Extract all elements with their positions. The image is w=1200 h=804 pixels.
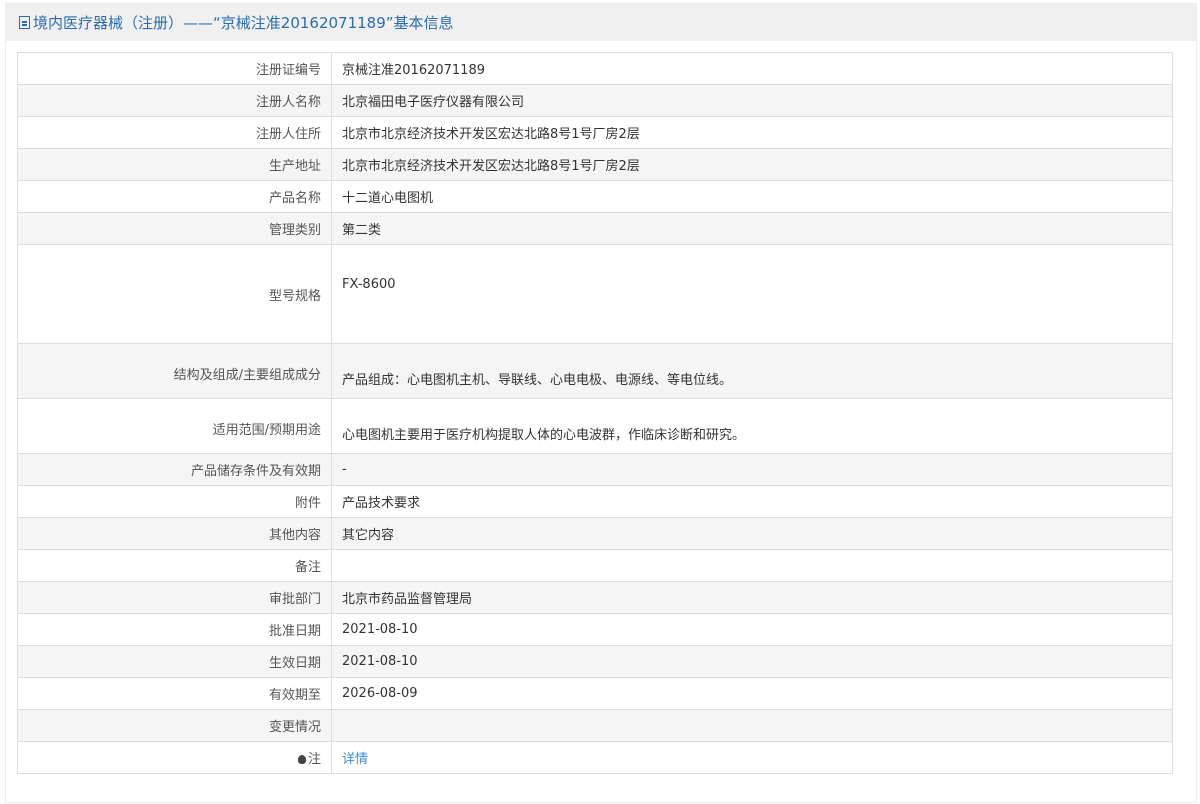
row-label: 适用范围/预期用途 (17, 398, 332, 454)
document-icon (19, 16, 30, 29)
label-text: 生效日期 (268, 656, 321, 671)
row-label: 其他内容 (17, 517, 332, 550)
row-label: 产品储存条件及有效期 (17, 453, 332, 486)
label-text: 注册人名称 (255, 95, 321, 110)
label-text: 变更情况 (268, 720, 321, 735)
label-text: 备注 (294, 560, 321, 575)
value-text: 2021-08-10 (342, 622, 418, 637)
value-text: - (342, 462, 347, 477)
label-text: 结构及组成/主要组成成分 (173, 368, 321, 383)
table-row: 适用范围/预期用途 心电图机主要用于医疗机构提取人体的心电波群，作临床诊断和研究。 (17, 398, 1173, 454)
row-label: 产品名称 (17, 180, 332, 213)
row-value: 2026-08-09 (331, 677, 1173, 710)
panel-header: 境内医疗器械（注册）——“京械注准20162071189”基本信息 (6, 4, 1196, 41)
value-text: 北京市北京经济技术开发区宏达北路8号1号厂房2层 (342, 127, 640, 142)
row-label: 注册证编号 (17, 52, 332, 85)
table-row: 产品储存条件及有效期 - (17, 453, 1173, 486)
table-row: 结构及组成/主要组成成分 产品组成：心电图机主机、导联线、心电电极、电源线、等电位… (17, 343, 1173, 399)
value-text: 北京福田电子医疗仪器有限公司 (342, 95, 525, 110)
row-value: 产品组成：心电图机主机、导联线、心电电极、电源线、等电位线。 (331, 343, 1173, 399)
row-value: 其它内容 (331, 517, 1173, 550)
row-label: 生产地址 (17, 148, 332, 181)
row-label: 结构及组成/主要组成成分 (17, 343, 332, 399)
row-label: 批准日期 (17, 613, 332, 646)
table-row: 注 详情 (17, 741, 1173, 774)
row-label: 附件 (17, 485, 332, 518)
table-row: 审批部门 北京市药品监督管理局 (17, 581, 1173, 614)
value-text: 2026-08-09 (342, 686, 418, 701)
row-value: 十二道心电图机 (331, 180, 1173, 213)
label-text: 其他内容 (268, 528, 321, 543)
row-value (331, 549, 1173, 582)
value-text: 心电图机主要用于医疗机构提取人体的心电波群，作临床诊断和研究。 (342, 428, 746, 443)
value-text: 其它内容 (342, 528, 395, 543)
label-text: 生产地址 (268, 159, 321, 174)
label-text: 注 (307, 752, 321, 767)
label-text: 管理类别 (268, 223, 321, 238)
label-text: 注册人住所 (255, 127, 321, 142)
table-row: 注册人名称 北京福田电子医疗仪器有限公司 (17, 84, 1173, 117)
row-value: 第二类 (331, 212, 1173, 245)
row-label: 注册人名称 (17, 84, 332, 117)
row-value: 北京市北京经济技术开发区宏达北路8号1号厂房2层 (331, 116, 1173, 149)
row-label: 审批部门 (17, 581, 332, 614)
table-row: 注册证编号 京械注准20162071189 (17, 52, 1173, 85)
table-row: 有效期至 2026-08-09 (17, 677, 1173, 710)
table-row: 管理类别 第二类 (17, 212, 1173, 245)
row-label: 管理类别 (17, 212, 332, 245)
label-text: 产品储存条件及有效期 (190, 464, 321, 479)
table-row: 生效日期 2021-08-10 (17, 645, 1173, 678)
table-row: 产品名称 十二道心电图机 (17, 180, 1173, 213)
row-value: 北京市药品监督管理局 (331, 581, 1173, 614)
details-link[interactable]: 详情 (342, 752, 368, 767)
row-label: 备注 (17, 549, 332, 582)
table-row: 附件 产品技术要求 (17, 485, 1173, 518)
row-value: FX-8600 (331, 244, 1173, 344)
page-title: 境内医疗器械（注册）——“京械注准20162071189”基本信息 (33, 14, 454, 32)
row-value: 产品技术要求 (331, 485, 1173, 518)
row-value: 北京市北京经济技术开发区宏达北路8号1号厂房2层 (331, 148, 1173, 181)
label-text: 批准日期 (268, 624, 321, 639)
label-text: 适用范围/预期用途 (212, 423, 321, 438)
table-row: 型号规格 FX-8600 (17, 244, 1173, 344)
value-text: 京械注准20162071189 (342, 63, 485, 78)
row-value: - (331, 453, 1173, 486)
table-row: 注册人住所 北京市北京经济技术开发区宏达北路8号1号厂房2层 (17, 116, 1173, 149)
row-value: 详情 (331, 741, 1173, 774)
value-text: 产品组成：心电图机主机、导联线、心电电极、电源线、等电位线。 (342, 373, 733, 388)
label-text: 有效期至 (268, 688, 321, 703)
row-label: 注 (17, 741, 332, 774)
row-label: 变更情况 (17, 709, 332, 742)
value-text: 产品技术要求 (342, 496, 421, 511)
info-table: 注册证编号 京械注准20162071189 注册人名称 北京福田电子医疗仪器有限公司注… (17, 52, 1173, 774)
value-text: 北京市药品监督管理局 (342, 592, 473, 607)
table-row: 生产地址 北京市北京经济技术开发区宏达北路8号1号厂房2层 (17, 148, 1173, 181)
value-text: 2021-08-10 (342, 654, 418, 669)
table-row: 批准日期 2021-08-10 (17, 613, 1173, 646)
label-text: 注册证编号 (255, 63, 321, 78)
row-value: 京械注准20162071189 (331, 52, 1173, 85)
row-label: 注册人住所 (17, 116, 332, 149)
row-label: 有效期至 (17, 677, 332, 710)
label-text: 附件 (294, 496, 321, 511)
table-row: 其他内容 其它内容 (17, 517, 1173, 550)
value-text: 北京市北京经济技术开发区宏达北路8号1号厂房2层 (342, 159, 640, 174)
value-text: FX-8600 (342, 277, 396, 292)
table-row: 变更情况 (17, 709, 1173, 742)
table-row: 备注 (17, 549, 1173, 582)
label-text: 型号规格 (268, 288, 321, 304)
row-value: 2021-08-10 (331, 613, 1173, 646)
row-label: 型号规格 (17, 244, 332, 344)
row-value (331, 709, 1173, 742)
row-value: 2021-08-10 (331, 645, 1173, 678)
label-text: 审批部门 (268, 592, 321, 607)
row-value: 北京福田电子医疗仪器有限公司 (331, 84, 1173, 117)
label-text: 产品名称 (268, 191, 321, 206)
value-text: 第二类 (342, 223, 382, 238)
row-value: 心电图机主要用于医疗机构提取人体的心电波群，作临床诊断和研究。 (331, 398, 1173, 454)
row-label: 生效日期 (17, 645, 332, 678)
value-text: 十二道心电图机 (342, 191, 434, 206)
lightbulb-icon (297, 755, 306, 764)
